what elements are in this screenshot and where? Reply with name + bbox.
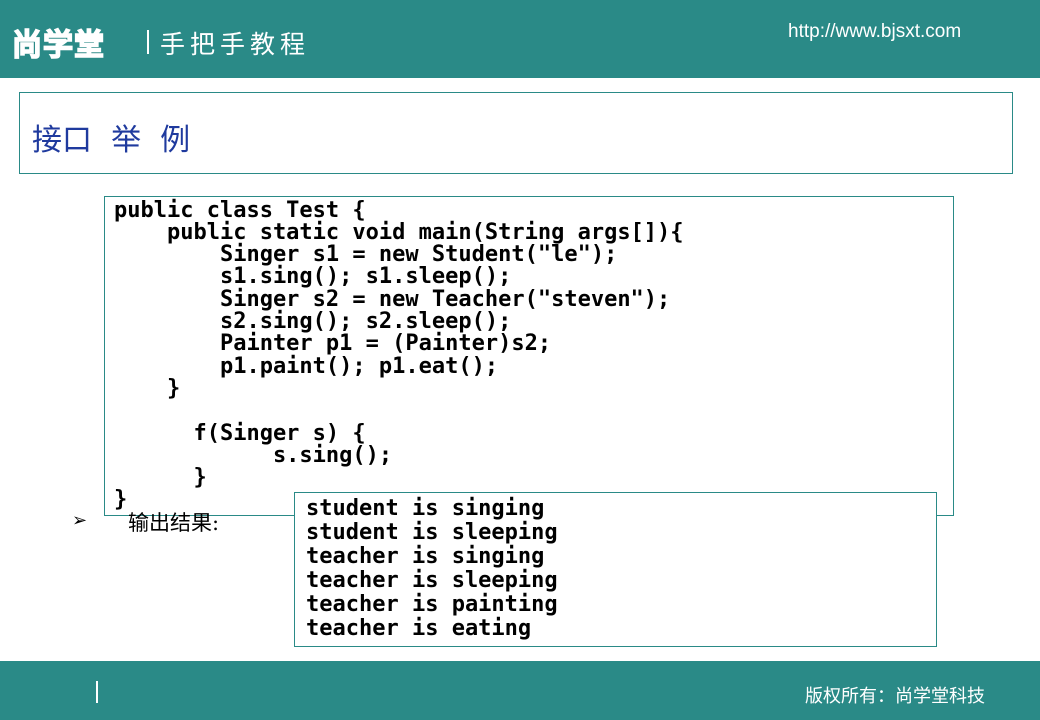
output-line: teacher is singing xyxy=(306,544,545,569)
slide-title-box: 接口 举 例 xyxy=(19,92,1013,174)
code-line: } xyxy=(114,465,207,490)
output-line: teacher is sleeping xyxy=(306,568,558,593)
output-line: student is singing xyxy=(306,496,545,521)
header-divider xyxy=(147,30,149,54)
header-url: http://www.bjsxt.com xyxy=(788,21,962,42)
arrow-bullet-icon: ➢ xyxy=(72,510,88,531)
header-bar: 尚学堂 手把手教程 http://www.bjsxt.com xyxy=(0,0,1040,78)
brand-logo: 尚学堂 xyxy=(11,27,105,64)
code-line: Painter p1 = (Painter)s2; xyxy=(114,331,552,356)
output-line: student is sleeping xyxy=(306,520,558,545)
output-block: student is singing student is sleeping t… xyxy=(294,492,937,647)
code-block: public class Test { public static void m… xyxy=(104,196,954,516)
code-line: public static void main(String args[]){ xyxy=(114,220,684,245)
footer-bar: 版权所有：尚学堂科技 xyxy=(0,661,1040,720)
output-label: 输出结果: xyxy=(128,511,220,535)
code-line: s1.sing(); s1.sleep(); xyxy=(114,264,512,289)
footer-copyright: 版权所有：尚学堂科技 xyxy=(805,686,985,707)
slide-title: 接口 举 例 xyxy=(32,123,191,158)
header-subtitle: 手把手教程 xyxy=(160,30,311,59)
code-line: s.sing(); xyxy=(114,443,393,468)
code-line: } xyxy=(114,487,128,512)
code-line: Singer s2 = new Teacher("steven"); xyxy=(114,287,671,312)
output-line: teacher is eating xyxy=(306,616,532,641)
code-line: f(Singer s) { xyxy=(114,421,366,446)
code-line: } xyxy=(114,376,181,401)
footer-divider xyxy=(96,681,98,703)
code-line: s2.sing(); s2.sleep(); xyxy=(114,309,512,334)
output-line: teacher is painting xyxy=(306,592,558,617)
code-line: public class Test { xyxy=(114,198,366,223)
code-line: Singer s1 = new Student("le"); xyxy=(114,242,618,267)
code-line: p1.paint(); p1.eat(); xyxy=(114,354,499,379)
